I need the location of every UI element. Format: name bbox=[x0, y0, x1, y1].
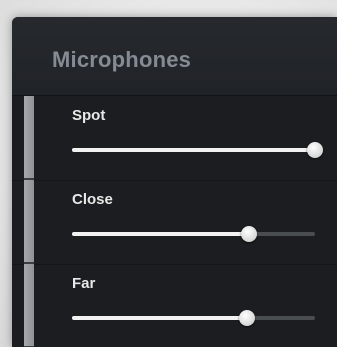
channel-label-far: Far bbox=[72, 275, 96, 292]
channel-close: Close bbox=[12, 180, 337, 265]
panel-title: Microphones bbox=[52, 47, 192, 72]
channel-indicator-bar bbox=[24, 264, 34, 347]
channel-spot: Spot bbox=[12, 96, 337, 181]
slider-thumb[interactable] bbox=[307, 142, 323, 158]
spot-level-slider[interactable] bbox=[72, 142, 323, 158]
channel-far: Far bbox=[12, 264, 337, 347]
channel-indicator-bar bbox=[24, 96, 34, 180]
slider-fill bbox=[72, 232, 250, 236]
channel-label-close: Close bbox=[72, 191, 113, 208]
slider-fill bbox=[72, 316, 247, 320]
channel-indicator-bar bbox=[24, 180, 34, 264]
slider-thumb[interactable] bbox=[238, 310, 255, 326]
channel-label-spot: Spot bbox=[72, 107, 106, 124]
far-level-slider[interactable] bbox=[72, 310, 315, 326]
close-level-slider[interactable] bbox=[72, 226, 315, 242]
slider-thumb[interactable] bbox=[241, 226, 258, 242]
microphones-panel: Microphones Spot Close Far bbox=[12, 17, 337, 347]
slider-fill bbox=[72, 148, 315, 152]
microphone-channel-list: Spot Close Far bbox=[12, 96, 337, 347]
panel-header: Microphones bbox=[12, 17, 337, 96]
